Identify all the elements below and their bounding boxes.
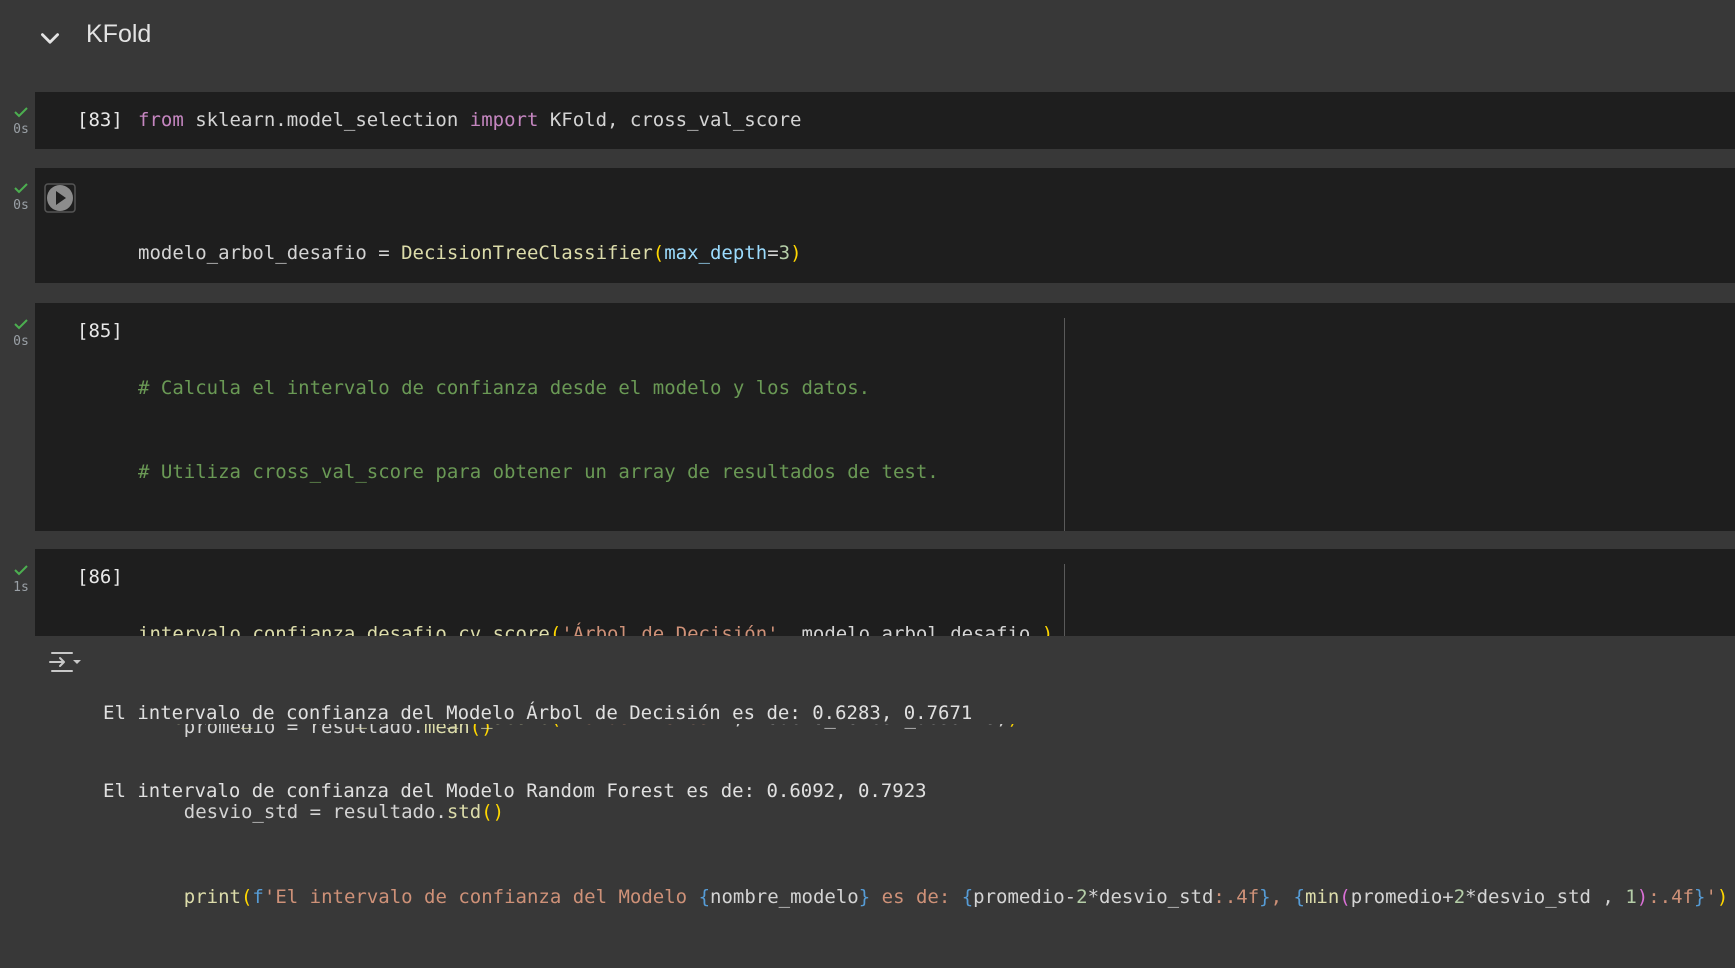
output-text: El intervalo de confianza del Modelo Árb… [103, 648, 972, 830]
check-icon [14, 107, 28, 118]
code-cell[interactable]: [86] intervalo_confianza_desafio_cv_scor… [35, 549, 1735, 729]
section-title: KFold [86, 20, 152, 48]
chevron-down-icon[interactable] [37, 26, 63, 52]
cell-status: 0s [8, 106, 34, 138]
execution-time: 0s [13, 198, 29, 213]
code-line: modelo_arbol_desafio = DecisionTreeClass… [138, 241, 802, 264]
code-cell[interactable]: [85] # Calcula el intervalo de confianza… [35, 303, 1735, 908]
ruler-line [1064, 564, 1065, 636]
execution-count: [85] [77, 320, 123, 342]
code-cell[interactable]: [83] from sklearn.model_selection import… [35, 92, 1735, 149]
execution-time: 1s [13, 580, 29, 595]
section-header[interactable]: KFold [0, 0, 1735, 76]
output-line: El intervalo de confianza del Modelo Ran… [103, 780, 927, 802]
code-cell[interactable]: modelo_arbol_desafio = DecisionTreeClass… [35, 168, 1735, 433]
cell-status: 0s [8, 182, 34, 214]
code-line: from sklearn.model_selection import KFol… [138, 109, 802, 131]
play-icon[interactable] [43, 181, 77, 215]
ruler-line [1064, 318, 1065, 531]
execution-time: 0s [13, 334, 29, 349]
check-icon [14, 183, 28, 194]
cell-status: 1s [8, 564, 34, 596]
output-line: El intervalo de confianza del Modelo Árb… [103, 702, 973, 724]
execution-time: 0s [13, 122, 29, 137]
code-line: # Calcula el intervalo de confianza desd… [138, 376, 871, 399]
execution-count: [86] [77, 566, 123, 588]
check-icon [14, 319, 28, 330]
check-icon [14, 565, 28, 576]
cell-status: 0s [8, 318, 34, 350]
output-toggle-icon[interactable] [48, 648, 82, 676]
code-editor[interactable]: from sklearn.model_selection import KFol… [138, 106, 802, 134]
execution-count: [83] [77, 109, 123, 131]
code-line: # Utiliza cross_val_score para obtener u… [138, 461, 939, 484]
code-line: print(f'El intervalo de confianza del Mo… [183, 885, 1729, 908]
